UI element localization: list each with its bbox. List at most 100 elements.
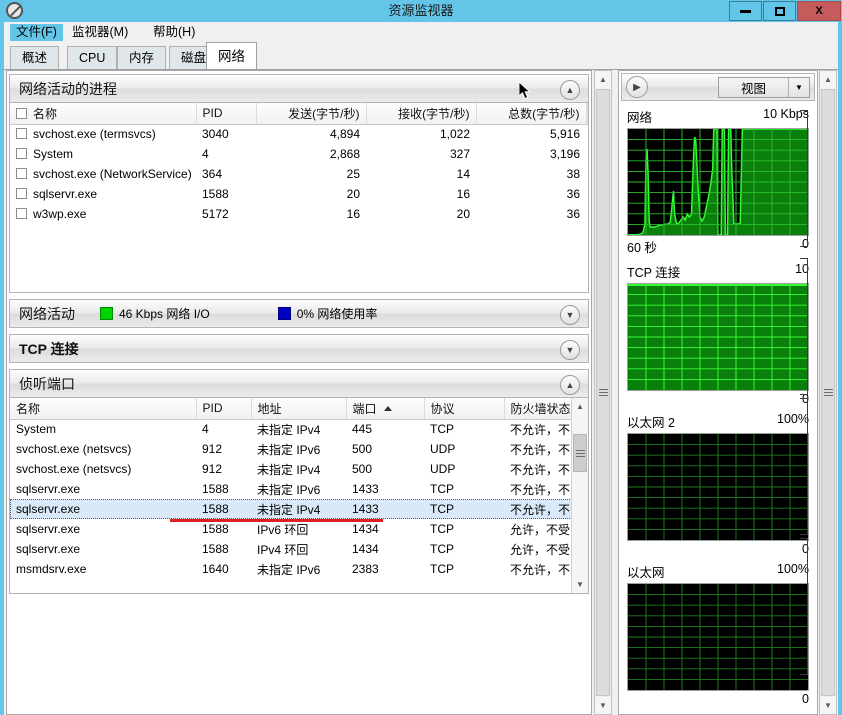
column-header-address[interactable]: 地址	[251, 398, 347, 420]
maximize-button[interactable]	[763, 1, 796, 21]
tcp-connections-title: TCP 连接	[19, 340, 79, 357]
chevron-down-icon[interactable]: ▼	[595, 697, 611, 714]
table-row[interactable]: System 4 2,868 327 3,196	[10, 144, 588, 164]
chevron-down-icon[interactable]: ▼	[560, 340, 580, 360]
port-protocol-cell: TCP	[430, 562, 454, 576]
port-name-cell: svchost.exe (netsvcs)	[16, 462, 132, 476]
process-received-cell: 16	[456, 187, 470, 201]
chevron-down-icon[interactable]: ▼	[820, 697, 836, 714]
port-pid-cell: 912	[202, 442, 223, 456]
port-address-cell: 未指定 IPv4	[251, 499, 346, 519]
ports-scrollbar-thumb[interactable]	[573, 434, 587, 472]
row-checkbox[interactable]	[16, 208, 27, 219]
graph-ethernet-min: 0	[802, 692, 809, 706]
column-header-name[interactable]: 名称	[10, 103, 197, 125]
port-protocol-cell: TCP	[424, 499, 504, 519]
graph-pane-scrollbar[interactable]: ▲ ▼	[819, 70, 837, 715]
menu-file[interactable]: 文件(F)	[10, 24, 63, 41]
chevron-down-icon[interactable]: ▼	[560, 305, 580, 325]
table-row[interactable]: System 4 未指定 IPv4 445 TCP 不允许，不...	[10, 419, 588, 439]
row-checkbox[interactable]	[16, 188, 27, 199]
chevron-up-icon[interactable]: ▲	[820, 71, 836, 88]
chevron-down-icon[interactable]: ▼	[572, 576, 588, 593]
menu-help[interactable]: 帮助(H)	[147, 24, 201, 41]
chevron-up-icon[interactable]: ▲	[560, 375, 580, 395]
tcp-connections-section-header[interactable]: TCP 连接 ▼	[9, 334, 589, 363]
column-header-firewall[interactable]: 防火墙状态	[504, 398, 575, 420]
title-bar[interactable]: 资源监视器 X	[0, 0, 842, 22]
graph-network-bracket	[800, 110, 808, 247]
row-checkbox[interactable]	[16, 148, 27, 159]
column-header-sent[interactable]: 发送(字节/秒)	[256, 103, 367, 125]
process-name-cell: svchost.exe (termsvcs)	[10, 124, 196, 144]
listening-ports-table: 名称 PID 地址 端口 协议 防火墙状态 System 4 未指定 IPv4 …	[10, 398, 588, 579]
graph-tcp-title: TCP 连接	[627, 266, 681, 280]
listening-ports-table-container: 名称 PID 地址 端口 协议 防火墙状态 System 4 未指定 IPv4 …	[9, 398, 589, 594]
tab-network[interactable]: 网络	[206, 42, 257, 70]
table-row[interactable]: svchost.exe (NetworkService) 364 25 14 3…	[10, 164, 588, 184]
tab-cpu[interactable]: CPU	[67, 46, 118, 70]
processes-section-header[interactable]: 网络活动的进程 ▲	[9, 74, 589, 103]
graph-ethernet-title: 以太网	[627, 566, 665, 580]
close-button[interactable]: X	[797, 1, 841, 21]
tab-overview[interactable]: 概述	[10, 46, 60, 70]
column-header-received[interactable]: 接收(字节/秒)	[366, 103, 477, 125]
row-checkbox[interactable]	[16, 168, 27, 179]
chevron-up-icon[interactable]: ▲	[572, 398, 588, 415]
table-row[interactable]: sqlservr.exe 1588 未指定 IPv6 1433 TCP 不允许，…	[10, 479, 588, 499]
table-row[interactable]: sqlservr.exe 1588 IPv4 环回 1434 TCP 允许，不受…	[10, 539, 588, 559]
table-row[interactable]: w3wp.exe 5172 16 20 36	[10, 204, 588, 224]
column-header-protocol[interactable]: 协议	[424, 398, 505, 420]
chevron-up-icon[interactable]: ▲	[560, 80, 580, 100]
main-scrollbar-thumb[interactable]	[596, 89, 610, 696]
column-header-name[interactable]: 名称	[10, 398, 197, 420]
process-sent-cell: 16	[346, 207, 360, 221]
chevron-right-icon[interactable]: ▶	[626, 76, 648, 98]
table-row[interactable]: msmdsrv.exe 1640 未指定 IPv6 2383 TCP 不允许，不…	[10, 559, 588, 579]
process-name-cell: System	[10, 144, 196, 164]
graph-ethernet-2-footer: 0	[627, 541, 809, 556]
port-number-cell: 1433	[352, 482, 379, 496]
minimize-button[interactable]	[729, 1, 762, 21]
row-checkbox[interactable]	[16, 128, 27, 140]
select-all-checkbox[interactable]	[16, 107, 27, 119]
process-pid-cell: 5172	[202, 207, 229, 221]
port-pid-cell: 1588	[202, 482, 229, 496]
graph-network: 网络 10 Kbps 60 秒 0	[619, 107, 817, 256]
port-protocol-cell: TCP	[430, 482, 454, 496]
column-header-port[interactable]: 端口	[346, 398, 425, 420]
view-button[interactable]: 视图 ▼	[718, 76, 810, 98]
table-row[interactable]: svchost.exe (netsvcs) 912 未指定 IPv4 500 U…	[10, 459, 588, 479]
graph-tcp-svg	[628, 284, 808, 390]
ports-list-scrollbar[interactable]: ▲ ▼	[571, 398, 588, 593]
table-row[interactable]: sqlservr.exe 1588 20 16 36	[10, 184, 588, 204]
network-activity-section-header[interactable]: 网络活动 46 Kbps 网络 I/O 0% 网络使用率 ▼	[9, 299, 589, 328]
chevron-down-icon[interactable]: ▼	[788, 77, 809, 97]
graph-pane-toolbar: ▶ 视图 ▼	[621, 73, 815, 101]
process-sent-cell: 2,868	[329, 147, 360, 161]
column-header-total[interactable]: 总数(字节/秒)	[476, 103, 587, 125]
graph-tcp-labels: TCP 连接 10	[627, 262, 809, 283]
graph-scrollbar-thumb[interactable]	[821, 89, 835, 696]
network-io-color-swatch	[100, 307, 113, 320]
table-row-selected[interactable]: sqlservr.exe 1588 未指定 IPv4 1433 TCP 不允许，…	[10, 499, 588, 519]
tab-memory[interactable]: 内存	[117, 46, 167, 70]
main-pane-scrollbar[interactable]: ▲ ▼	[594, 70, 612, 715]
minimize-icon	[740, 9, 751, 13]
port-name-cell: sqlservr.exe	[16, 482, 81, 496]
listening-ports-section-header[interactable]: 侦听端口 ▲	[9, 369, 589, 398]
column-header-pid[interactable]: PID	[196, 103, 257, 125]
chevron-up-icon[interactable]: ▲	[595, 71, 611, 88]
column-header-pid[interactable]: PID	[196, 398, 252, 420]
process-spacer-cell	[586, 164, 588, 184]
port-pid-cell: 1588	[202, 522, 229, 536]
port-address-cell: 未指定 IPv4	[257, 462, 321, 477]
table-row[interactable]: svchost.exe (termsvcs) 3040 4,894 1,022 …	[10, 124, 588, 144]
table-row[interactable]: sqlservr.exe 1588 IPv6 环回 1434 TCP 允许，不受…	[10, 519, 588, 539]
process-total-cell: 3,196	[549, 147, 580, 161]
table-row[interactable]: svchost.exe (netsvcs) 912 未指定 IPv6 500 U…	[10, 439, 588, 459]
grip-icon	[598, 389, 608, 396]
menu-monitor[interactable]: 监视器(M)	[66, 24, 134, 41]
network-usage-value: 0% 网络使用率	[296, 307, 378, 321]
main-content-pane: 网络活动的进程 ▲ 名称 PID 发送(字节/秒) 接收(字节/秒) 总数(字节…	[6, 70, 592, 715]
